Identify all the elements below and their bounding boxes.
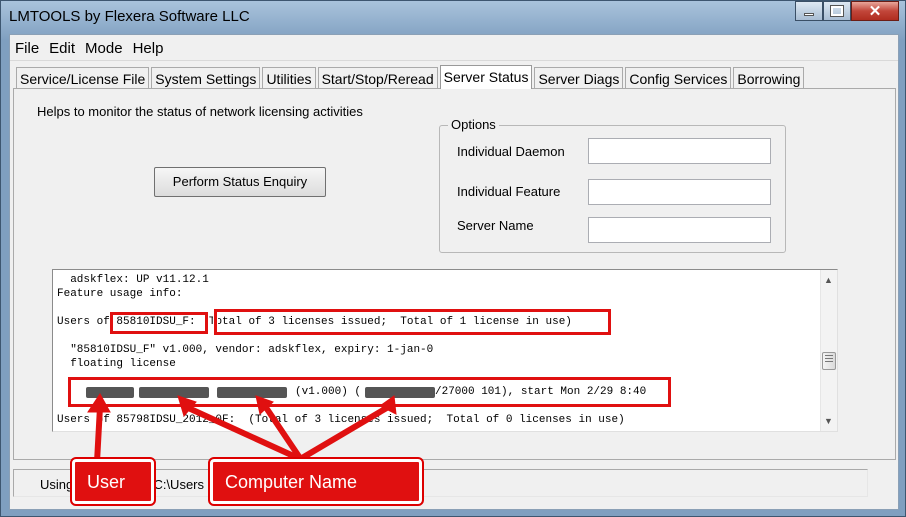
options-legend: Options — [448, 117, 499, 132]
close-icon: ✕ — [868, 3, 882, 20]
maximize-button[interactable] — [823, 1, 851, 21]
tab-config-services[interactable]: Config Services — [625, 67, 732, 89]
scroll-up-icon[interactable]: ▲ — [824, 275, 833, 285]
log-line: floating license — [57, 358, 176, 370]
feature-name-highlight — [110, 312, 208, 334]
log-line: Users of 85798IDSU_2012_0F: (Total of 3 … — [57, 414, 625, 426]
tab-server-status[interactable]: Server Status — [439, 65, 533, 89]
tab-start-stop-reread[interactable]: Start/Stop/Reread — [317, 67, 438, 89]
options-group: Options Individual Daemon Individual Fea… — [439, 117, 786, 253]
individual-feature-label: Individual Feature — [457, 184, 561, 199]
title-bar[interactable]: LMTOOLS by Flexera Software LLC ✕ — [1, 1, 905, 33]
minimize-button[interactable] — [795, 1, 823, 21]
individual-daemon-label: Individual Daemon — [457, 144, 565, 159]
log-line: "85810IDSU_F" v1.000, vendor: adskflex, … — [57, 344, 434, 356]
log-line: adskflex: UP v11.12.1 — [57, 274, 209, 286]
tab-system-settings[interactable]: System Settings — [151, 67, 261, 89]
client-area: File Edit Mode Help Service/License File… — [9, 34, 899, 510]
log-line: Feature usage info: — [57, 288, 183, 300]
user-callout: User — [70, 457, 156, 506]
tab-utilities[interactable]: Utilities — [262, 67, 316, 89]
menu-edit[interactable]: Edit — [44, 35, 80, 61]
close-button[interactable]: ✕ — [851, 1, 899, 21]
lmtools-window: LMTOOLS by Flexera Software LLC ✕ File E… — [0, 0, 906, 517]
window-title: LMTOOLS by Flexera Software LLC — [9, 8, 250, 25]
caption-buttons: ✕ — [795, 1, 899, 21]
individual-daemon-input[interactable] — [588, 138, 771, 164]
menu-mode[interactable]: Mode — [80, 35, 128, 61]
log-text: Users of — [57, 316, 117, 328]
individual-feature-input[interactable] — [588, 179, 771, 205]
tab-service-license-file[interactable]: Service/License File — [16, 67, 150, 89]
perform-status-enquiry-button[interactable]: Perform Status Enquiry — [154, 167, 326, 197]
menu-file[interactable]: File — [10, 35, 44, 61]
user-line-highlight — [68, 377, 671, 407]
help-text: Helps to monitor the status of network l… — [37, 104, 363, 119]
minimize-icon — [804, 12, 814, 16]
computer-name-callout: Computer Name — [208, 457, 424, 506]
menu-bar: File Edit Mode Help — [10, 35, 898, 61]
tab-strip: Service/License File System Settings Uti… — [16, 65, 806, 89]
vertical-scrollbar[interactable]: ▲ ▼ — [820, 270, 837, 431]
server-name-label: Server Name — [457, 218, 534, 233]
tab-server-diags[interactable]: Server Diags — [534, 67, 624, 89]
tab-borrowing[interactable]: Borrowing — [733, 67, 805, 89]
server-name-input[interactable] — [588, 217, 771, 243]
maximize-icon — [830, 5, 844, 17]
status-output-textbox[interactable]: adskflex: UP v11.12.1 Feature usage info… — [52, 269, 838, 432]
license-totals-highlight — [214, 309, 611, 335]
scroll-down-icon[interactable]: ▼ — [824, 416, 833, 426]
menu-help[interactable]: Help — [128, 35, 169, 61]
scroll-thumb[interactable] — [822, 352, 836, 370]
